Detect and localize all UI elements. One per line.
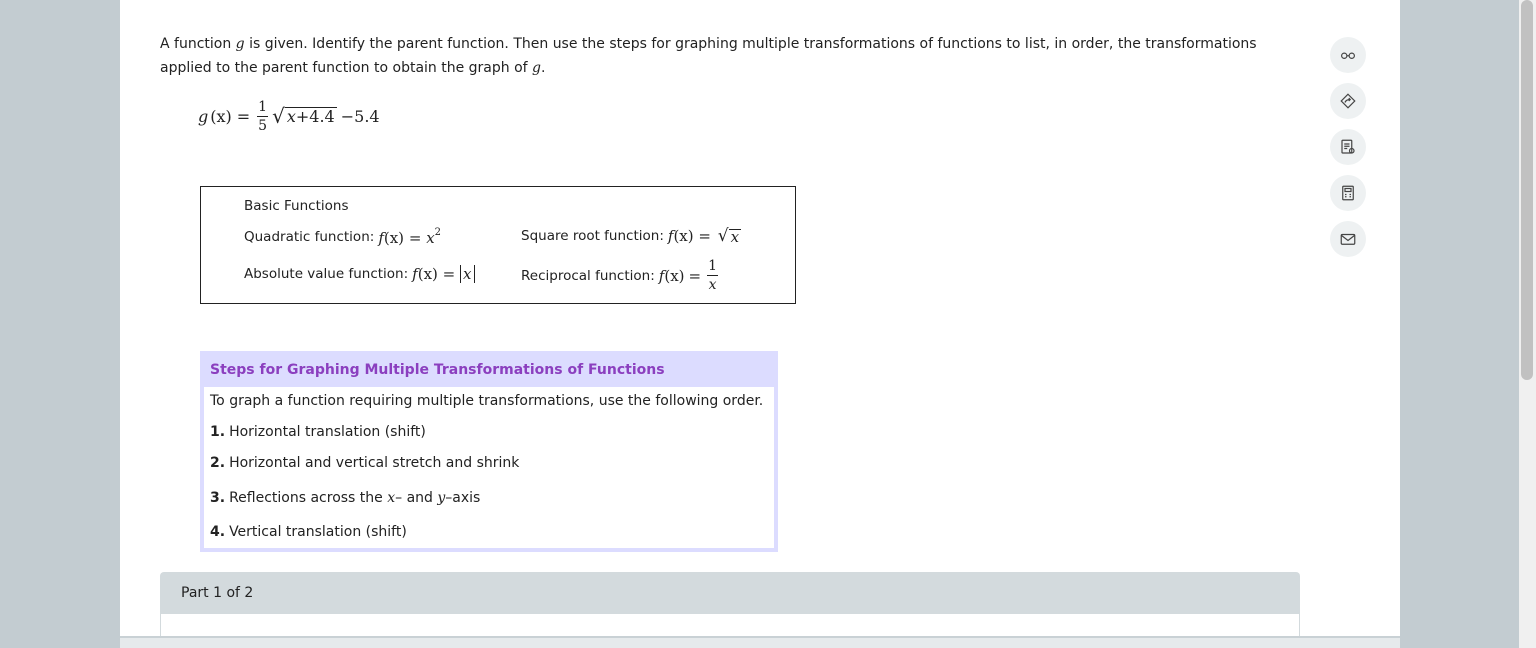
glasses-icon[interactable]	[1330, 37, 1366, 73]
function-equation: g (x) = 1 5 √ x+4.4 −5.4	[198, 98, 380, 134]
list-item: 3. Reflections across the x– and y–axis	[210, 490, 481, 506]
notes-icon[interactable]	[1330, 129, 1366, 165]
equation-fraction: 1 5	[257, 98, 269, 134]
reciprocal-function: Reciprocal function: f (x) = 1 x	[521, 258, 719, 293]
equation-radical: √ x+4.4	[272, 104, 337, 128]
part-header: Part 1 of 2	[160, 572, 1300, 614]
quadratic-function: Quadratic function: f(x) = x2	[244, 227, 442, 247]
part-body	[160, 614, 1300, 636]
absolute-value-function: Absolute value function: f(x) = x	[244, 265, 475, 283]
basic-functions-box: Basic Functions Quadratic function: f(x)…	[200, 186, 796, 304]
list-item: 1. Horizontal translation (shift)	[210, 424, 426, 440]
bottom-toolbar	[120, 636, 1400, 648]
prompt-line-1: A function g is given. Identify the pare…	[160, 36, 1257, 52]
square-root-function: Square root function: f(x) = √ x	[521, 226, 742, 246]
scrollbar-thumb[interactable]	[1521, 0, 1533, 380]
steps-intro: To graph a function requiring multiple t…	[210, 393, 764, 409]
question-page: A function g is given. Identify the pare…	[120, 0, 1400, 636]
mail-icon[interactable]	[1330, 221, 1366, 257]
list-item: 2. Horizontal and vertical stretch and sh…	[210, 455, 520, 471]
calculator-icon[interactable]	[1330, 175, 1366, 211]
question-prompt: A function g is given. Identify the pare…	[160, 32, 1280, 80]
compass-icon[interactable]	[1330, 83, 1366, 119]
steps-box: Steps for Graphing Multiple Transformati…	[200, 351, 778, 552]
tool-sidebar	[1330, 37, 1366, 267]
basic-functions-title: Basic Functions	[244, 198, 349, 214]
steps-body: To graph a function requiring multiple t…	[204, 387, 774, 548]
list-item: 4. Vertical translation (shift)	[210, 524, 407, 540]
part-label: Part 1 of 2	[181, 585, 254, 601]
prompt-line-2: applied to the parent function to obtain…	[160, 60, 546, 76]
steps-title: Steps for Graphing Multiple Transformati…	[210, 362, 665, 378]
